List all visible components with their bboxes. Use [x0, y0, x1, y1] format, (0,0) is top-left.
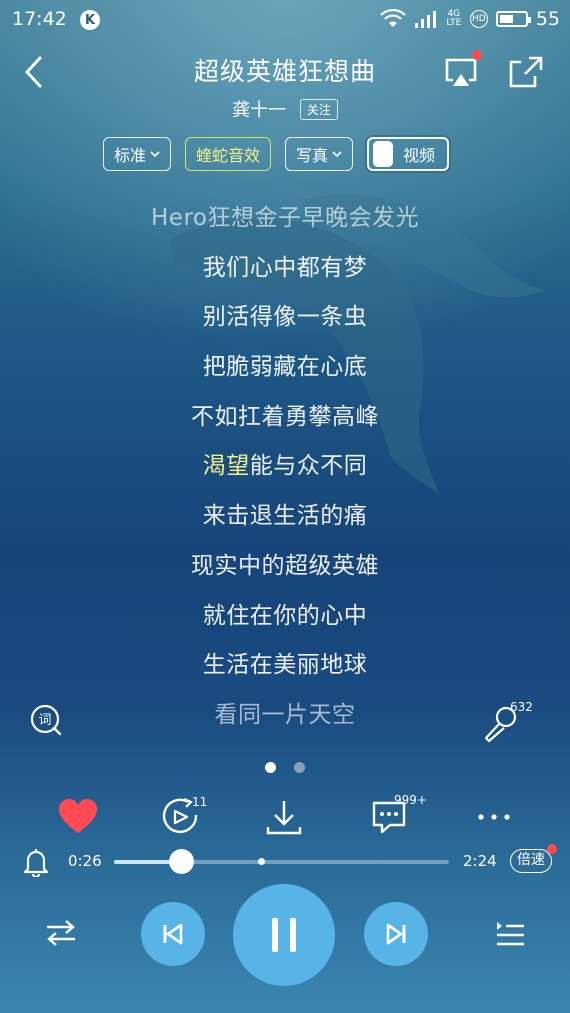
- mode-chips: 标准 蝰蛇音效 写真 视频: [103, 137, 450, 171]
- seek-bar-thumb[interactable]: [169, 849, 194, 874]
- total-time: 2:24: [463, 852, 497, 870]
- lyric-line-current: 渴望能与众不同: [0, 448, 570, 498]
- quality-selector[interactable]: 标准: [103, 137, 172, 171]
- page-dot-active: [265, 762, 276, 773]
- lyric-line: Hero狂想金子早晚会发光: [151, 205, 419, 231]
- ring-count: 11: [192, 795, 208, 809]
- lyric-line: 就住在你的心中: [202, 602, 368, 629]
- playback-speed-button[interactable]: 倍速: [510, 844, 557, 873]
- current-time: 0:26: [68, 852, 102, 870]
- progress-row: 0:26 2:24 倍速: [0, 844, 570, 879]
- player-header: 超级英雄狂想曲: [0, 46, 570, 94]
- previous-button[interactable]: [141, 902, 205, 966]
- speed-label: 倍速: [517, 852, 545, 868]
- lyrics-word-icon-label: 词: [38, 713, 51, 728]
- song-title: 超级英雄狂想曲: [193, 57, 376, 86]
- battery-icon: [495, 11, 531, 27]
- skip-previous-icon: [163, 923, 183, 945]
- download-icon[interactable]: [262, 795, 306, 839]
- artist-name[interactable]: 龚十一: [232, 100, 286, 121]
- app-badge-icon: K: [80, 10, 100, 30]
- sound-effect-button[interactable]: 蝰蛇音效: [185, 137, 272, 171]
- clock: 17:42: [12, 8, 67, 30]
- cast-button[interactable]: [443, 50, 482, 90]
- chevron-down-icon: [332, 151, 342, 158]
- lyrics-word-icon[interactable]: 词: [29, 703, 63, 737]
- sound-effect-label: 蝰蛇音效: [196, 146, 261, 165]
- lyric-line: 不如扛着勇攀高峰: [191, 403, 379, 430]
- network-tag: 4G LTE: [446, 9, 462, 28]
- lyric-line: 别活得像一条虫: [202, 304, 368, 331]
- follow-button[interactable]: 关注: [299, 99, 338, 120]
- action-bar: 11 999+: [0, 793, 570, 839]
- karaoke-count: 632: [510, 700, 533, 714]
- next-button[interactable]: [364, 902, 428, 966]
- video-label: 视频: [403, 146, 436, 165]
- lyric-line: 把脆弱藏在心底: [202, 354, 368, 381]
- share-icon[interactable]: [507, 54, 545, 90]
- photo-label: 写真: [296, 146, 329, 165]
- comment-button[interactable]: 999+: [368, 793, 427, 839]
- more-dots-icon[interactable]: [472, 795, 516, 839]
- page-indicator: [0, 762, 570, 773]
- lyrics-panel[interactable]: Hero狂想金子早晚会发光 我们心中都有梦 别活得像一条虫 把脆弱藏在心底 不如扛着勇攀…: [0, 200, 570, 747]
- cast-notification-dot: [472, 50, 482, 60]
- lyric-line: 我们心中都有梦: [202, 254, 368, 281]
- wifi-icon: [380, 9, 406, 27]
- pause-icon: [272, 918, 296, 952]
- comment-count: 999+: [394, 793, 427, 807]
- signal-icon: [414, 11, 436, 28]
- speed-notification-dot: [547, 844, 557, 854]
- hd-icon: HD: [469, 10, 488, 28]
- lyric-highlight: 渴望: [202, 453, 250, 480]
- playback-controls: [0, 882, 570, 988]
- video-toggle[interactable]: 视频: [367, 137, 450, 171]
- lyric-line: 来击退生活的痛: [202, 503, 368, 530]
- pause-button[interactable]: [233, 884, 335, 986]
- battery-percent: 55: [535, 8, 560, 30]
- karaoke-button[interactable]: 632: [480, 700, 533, 744]
- photo-selector[interactable]: 写真: [285, 137, 354, 171]
- bell-icon[interactable]: [22, 847, 50, 877]
- seek-bar-buffer-marker: [258, 858, 266, 865]
- skip-next-icon: [386, 923, 406, 945]
- chevron-down-icon: [150, 151, 160, 158]
- artist-row: 龚十一 关注: [0, 96, 570, 122]
- lyric-line: 生活在美丽地球: [202, 652, 368, 679]
- like-heart-icon[interactable]: [56, 795, 100, 839]
- status-bar: 17:42 K 4G LTE HD 55: [0, 0, 570, 40]
- quality-label: 标准: [114, 146, 147, 165]
- comment-ring-button[interactable]: 11: [160, 795, 208, 839]
- playlist-icon[interactable]: [494, 919, 526, 949]
- toggle-knob: [373, 141, 394, 167]
- shuffle-mode-icon[interactable]: [44, 918, 78, 948]
- lyric-line: 现实中的超级英雄: [191, 552, 379, 579]
- page-dot: [294, 762, 305, 773]
- cast-screen-icon: [445, 58, 477, 86]
- lyric-rest: 能与众不同: [249, 453, 368, 480]
- seek-bar[interactable]: [114, 849, 449, 874]
